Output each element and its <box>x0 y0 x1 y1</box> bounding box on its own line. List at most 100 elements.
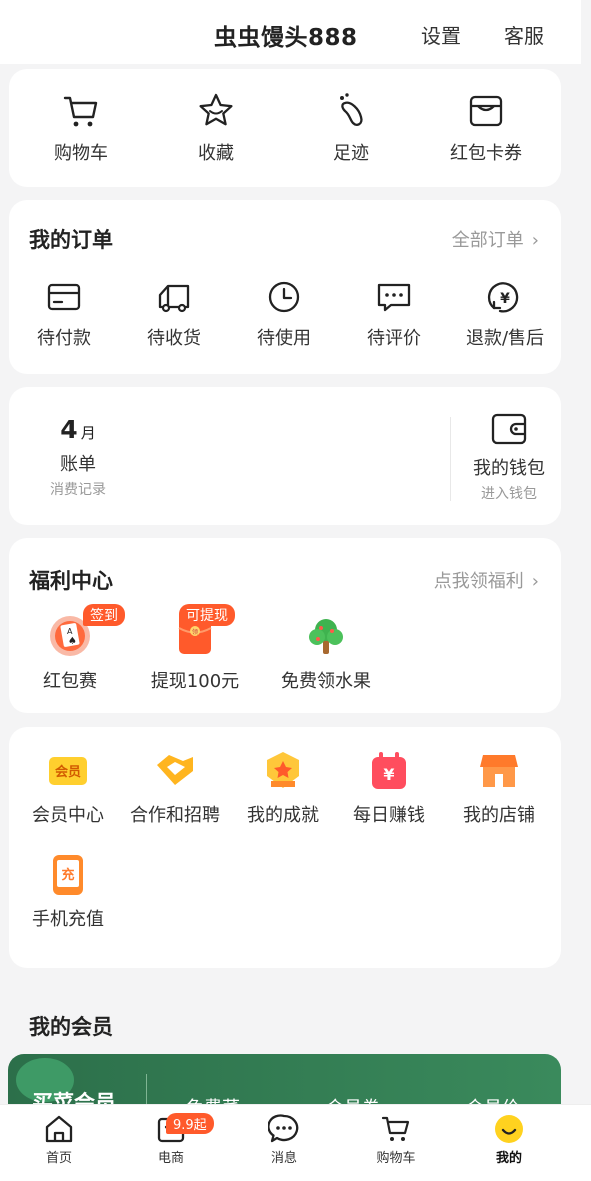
tree-icon <box>309 619 343 654</box>
service-member-center[interactable]: 会员 会员中心 <box>19 749 117 827</box>
wallet-entry[interactable]: 我的钱包 进入钱包 <box>461 411 557 503</box>
order-pending-review[interactable]: 待评价 <box>343 278 445 350</box>
svg-text:♠: ♠ <box>68 636 77 647</box>
order-item-label: 待收货 <box>147 328 201 349</box>
order-item-label: 待付款 <box>37 328 91 349</box>
welfare-title: 福利中心 <box>29 569 113 593</box>
nav-label: 我的 <box>495 1151 522 1166</box>
welfare-card: 福利中心 点我领福利 › A ♠ 红包赛 签到 领 提现100元 可提现 免费领… <box>9 538 561 713</box>
star-icon <box>199 93 233 126</box>
cart-icon <box>63 96 98 127</box>
service-phone-recharge[interactable]: 充 手机充值 <box>19 853 117 931</box>
nav-label: 消息 <box>270 1151 297 1166</box>
nav-messages[interactable]: 消息 <box>239 1113 329 1166</box>
welfare-item-label: 提现100元 <box>150 671 240 692</box>
service-daily-earn[interactable]: ¥ 每日赚钱 <box>339 749 439 827</box>
wallet-icon <box>491 413 527 445</box>
nav-ecommerce-badge: 9.9起 <box>166 1113 214 1134</box>
quick-item-favorites[interactable]: 收藏 <box>166 91 266 165</box>
welfare-red-packet-race[interactable]: A ♠ 红包赛 签到 <box>29 604 125 693</box>
card-icon <box>47 283 81 311</box>
quick-item-label: 收藏 <box>198 143 234 164</box>
nav-mine[interactable]: 我的 <box>464 1113 554 1166</box>
quick-access-card: 购物车 收藏 足迹 红包卡券 <box>9 69 561 187</box>
welfare-link-label: 点我领福利 <box>433 571 524 592</box>
order-refund[interactable]: ¥ 退款/售后 <box>453 278 557 350</box>
nav-label: 首页 <box>45 1151 72 1166</box>
money-calendar-icon: ¥ <box>372 752 406 789</box>
recharge-icon-text: 充 <box>61 867 74 883</box>
order-pending-payment[interactable]: 待付款 <box>13 278 115 350</box>
wallet-sub: 进入钱包 <box>481 486 537 502</box>
comment-icon <box>377 283 411 312</box>
top-header: 虫虫馒头888 设置 客服 <box>0 0 581 64</box>
shop-icon <box>480 755 518 787</box>
service-item-label: 每日赚钱 <box>353 805 425 826</box>
welfare-link[interactable]: 点我领福利 › <box>434 567 539 593</box>
message-icon <box>268 1114 299 1143</box>
cart-icon <box>381 1116 410 1141</box>
home-icon <box>45 1115 73 1143</box>
service-my-shop[interactable]: 我的店铺 <box>449 749 549 827</box>
welfare-free-fruit[interactable]: 免费领水果 <box>271 614 381 693</box>
chevron-right-icon: › <box>531 571 539 592</box>
bill-month-unit: 月 <box>80 424 96 442</box>
order-item-label: 待使用 <box>257 328 311 349</box>
nav-home[interactable]: 首页 <box>14 1113 104 1166</box>
username: 虫虫馒头888 <box>214 25 358 51</box>
welfare-item-label: 免费领水果 <box>281 671 371 692</box>
wallet-label: 我的钱包 <box>473 458 545 479</box>
orders-card: 我的订单 全部订单 › 待付款 待收货 待使用 待评价 ¥ 退款/售后 <box>9 200 561 374</box>
service-cooperation[interactable]: 合作和招聘 <box>123 749 227 827</box>
nav-label: 电商 <box>157 1151 184 1166</box>
member-section-title: 我的会员 <box>29 1015 113 1039</box>
welfare-withdraw[interactable]: 领 提现100元 可提现 <box>141 604 249 693</box>
service-item-label: 手机充值 <box>32 909 104 930</box>
order-item-label: 待评价 <box>367 328 421 349</box>
welfare-item-label: 红包赛 <box>43 671 97 692</box>
bill-month: 4月 <box>23 415 133 444</box>
svg-text:A: A <box>67 627 73 636</box>
all-orders-link[interactable]: 全部订单 › <box>452 226 539 252</box>
order-item-label: 退款/售后 <box>465 328 545 349</box>
quick-item-cart[interactable]: 购物车 <box>31 91 131 165</box>
services-card: 会员 会员中心 合作和招聘 我的成就 ¥ 每日赚钱 我的店铺 充 手机充值 <box>9 727 561 968</box>
truck-icon <box>158 284 190 313</box>
service-item-label: 我的成就 <box>247 805 319 826</box>
money-icon-text: ¥ <box>383 765 394 784</box>
order-pending-receipt[interactable]: 待收货 <box>123 278 225 350</box>
vip-icon: 会员 <box>49 757 87 785</box>
chevron-right-icon: › <box>531 230 539 251</box>
coupon-icon <box>469 95 503 127</box>
bill-label: 账单 <box>60 454 96 475</box>
medal-icon <box>267 752 299 788</box>
svg-text:领: 领 <box>192 628 198 636</box>
quick-item-label: 红包卡券 <box>450 143 522 164</box>
all-orders-label: 全部订单 <box>451 230 524 251</box>
nav-ecommerce[interactable]: 电商 9.9起 <box>126 1113 216 1166</box>
order-pending-use[interactable]: 待使用 <box>233 278 335 350</box>
bill-sub: 消费记录 <box>50 482 106 498</box>
footprint-icon <box>340 93 363 126</box>
bill-entry[interactable]: 4月 账单 消费记录 <box>23 415 133 499</box>
settings-link[interactable]: 设置 <box>421 20 461 49</box>
service-item-label: 我的店铺 <box>463 805 535 826</box>
refund-icon: ¥ <box>487 282 519 313</box>
quick-item-label: 足迹 <box>333 143 369 164</box>
bill-month-number: 4 <box>60 415 78 444</box>
phone-recharge-icon: 充 <box>53 855 83 895</box>
service-achievements[interactable]: 我的成就 <box>233 749 333 827</box>
quick-item-footprint[interactable]: 足迹 <box>301 91 401 165</box>
customer-service-link[interactable]: 客服 <box>504 20 544 49</box>
service-item-label: 会员中心 <box>32 805 104 826</box>
service-item-label: 合作和招聘 <box>130 805 220 826</box>
divider <box>450 417 451 501</box>
orders-title: 我的订单 <box>29 228 113 252</box>
clock-icon <box>268 281 300 313</box>
bottom-nav: 首页 电商 9.9起 消息 购物车 我的 <box>0 1104 591 1181</box>
nav-cart[interactable]: 购物车 <box>351 1113 441 1166</box>
vip-icon-text: 会员 <box>55 764 81 780</box>
checkin-badge: 签到 <box>83 604 125 626</box>
nav-label: 购物车 <box>376 1151 416 1166</box>
quick-item-coupons[interactable]: 红包卡券 <box>436 91 536 165</box>
